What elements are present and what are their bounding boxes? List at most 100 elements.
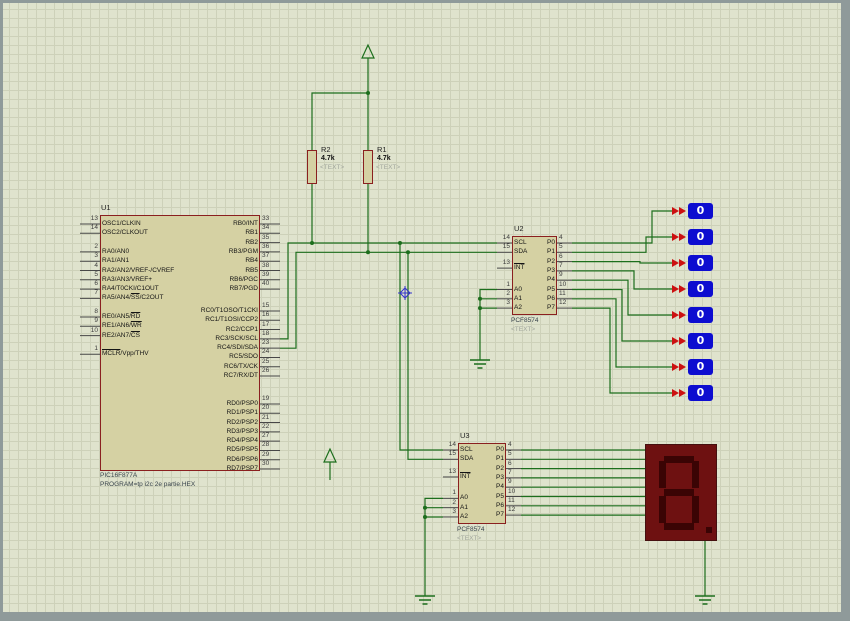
pin-label-overline: INT — [460, 472, 471, 480]
pin-label: P1 — [547, 248, 555, 256]
junction-dot — [423, 515, 427, 519]
pin-label: P2 — [496, 464, 504, 472]
probe-arrow-icon — [672, 259, 686, 267]
pin-number: 18 — [262, 329, 270, 337]
logic-probe[interactable]: 0 — [688, 229, 713, 245]
pin-number: 4 — [559, 234, 563, 241]
pin-label: RD4/PSP4 — [226, 437, 258, 445]
pin-number: 23 — [262, 339, 270, 347]
r2-ref-label[interactable]: R2 — [321, 145, 331, 154]
wire[interactable] — [572, 236, 672, 253]
pin-label: RC4/SDI/SDA — [217, 344, 258, 352]
pin-label: RD0/PSP0 — [226, 399, 258, 407]
logic-probe[interactable]: 0 — [688, 359, 713, 375]
pin-label: RB6/PGC — [229, 275, 258, 283]
pin-label: P1 — [496, 455, 504, 463]
pin-number: 37 — [262, 252, 270, 260]
pin-label: RC7/RX/DT — [223, 372, 258, 380]
pin-label-overline: RD — [130, 313, 141, 320]
r1-text-placeholder: <TEXT> — [376, 164, 401, 171]
logic-probe[interactable]: 0 — [688, 255, 713, 271]
power-symbol[interactable] — [361, 43, 375, 59]
pin-number: 2 — [94, 242, 98, 250]
logic-probe[interactable]: 0 — [688, 307, 713, 323]
pin-label: RC5/SDO — [229, 353, 258, 361]
pin-number: 29 — [262, 450, 270, 458]
wire[interactable] — [407, 252, 443, 460]
u2-ref-label[interactable]: U2 — [514, 224, 524, 233]
pin-number: 1 — [452, 489, 456, 497]
segment-b — [692, 461, 699, 488]
r1-value-label[interactable]: 4.7k — [377, 155, 391, 163]
pin-number: 6 — [559, 252, 563, 260]
junction-dot — [478, 296, 482, 301]
pin-label: RB4 — [245, 257, 258, 265]
segment-e — [659, 496, 666, 523]
window-frame-right — [841, 0, 850, 621]
probe-arrow-icon — [672, 311, 686, 319]
wire[interactable] — [572, 261, 672, 264]
u2-part-label[interactable]: PCF8574 — [511, 317, 538, 325]
wire[interactable] — [572, 210, 672, 244]
pin-number: 14 — [90, 224, 98, 232]
pin-number: 19 — [262, 394, 270, 402]
logic-probe[interactable]: 0 — [688, 281, 713, 297]
pin-label: RC1/T1OSI/CCP2 — [205, 316, 258, 324]
logic-probe[interactable]: 0 — [688, 333, 713, 349]
pin-label: P0 — [547, 239, 555, 246]
pin-number: 33 — [262, 215, 270, 222]
segment-a — [664, 456, 694, 463]
u1-ref-label[interactable]: U1 — [101, 203, 111, 212]
ground-symbol[interactable] — [695, 595, 715, 605]
pin-number: 13 — [90, 215, 98, 222]
probe-arrow-icon — [672, 363, 686, 371]
pin-label: RC0/T1OSO/T1CKI — [200, 306, 258, 314]
pin-number: 3 — [94, 252, 98, 260]
u3-part-label[interactable]: PCF8574 — [457, 526, 484, 534]
wire[interactable] — [280, 242, 497, 340]
pin-number: 9 — [559, 271, 563, 279]
pin-number: 15 — [502, 243, 510, 251]
r2-value-label[interactable]: 4.7k — [321, 155, 335, 163]
ground-symbol[interactable] — [415, 595, 435, 605]
pin-label: RB1 — [245, 229, 258, 237]
pin-label-overline: CS — [130, 331, 140, 339]
pin-number: 26 — [262, 367, 270, 375]
segment-g — [664, 489, 694, 496]
logic-probe[interactable]: 0 — [688, 385, 713, 401]
pin-number: 13 — [448, 467, 456, 475]
pin-label: RD2/PSP2 — [226, 418, 258, 426]
pin-number: 39 — [262, 270, 270, 278]
r1-ref-label[interactable]: R1 — [377, 145, 387, 154]
resistor-r1[interactable] — [363, 150, 373, 184]
pin-number: 5 — [508, 450, 512, 458]
schematic-canvas[interactable]: OSC1/CLKIN 13 OSC2/CLKOUT 14 RA0/AN0 2 RA1/AN1… — [0, 0, 850, 621]
pin-label: RB5 — [245, 266, 258, 274]
seven-segment-display[interactable] — [645, 444, 717, 541]
pin-number: 3 — [452, 507, 456, 515]
wire[interactable] — [280, 251, 497, 349]
ground-symbol[interactable] — [470, 359, 490, 369]
wire[interactable] — [311, 92, 368, 150]
pin-label: RB0/INT — [233, 220, 258, 227]
pin-number: 15 — [262, 301, 270, 309]
pin-number: 10 — [90, 326, 98, 334]
pin-number: 40 — [262, 280, 270, 288]
pin-number: 5 — [559, 243, 563, 251]
power-symbol[interactable] — [323, 447, 337, 463]
pin-label: P7 — [547, 304, 555, 312]
probe-arrow-icon — [672, 233, 686, 241]
u1-program-label[interactable]: PROGRAM=tp i2c 2e partie.HEX — [100, 481, 195, 489]
pin-number: 17 — [262, 320, 270, 328]
pin-label: RB7/PGD — [229, 285, 258, 293]
wire[interactable] — [399, 243, 443, 451]
logic-probe[interactable]: 0 — [688, 203, 713, 219]
pin-number: 5 — [94, 270, 98, 278]
pin-number: 4 — [508, 441, 512, 448]
pin-number: 4 — [94, 261, 98, 269]
u1-part-label[interactable]: PIC16F877A — [100, 472, 137, 480]
resistor-r2[interactable] — [307, 150, 317, 184]
pin-label: P3 — [547, 266, 555, 274]
u3-ref-label[interactable]: U3 — [460, 431, 470, 440]
pin-label: RD1/PSP1 — [226, 409, 258, 417]
